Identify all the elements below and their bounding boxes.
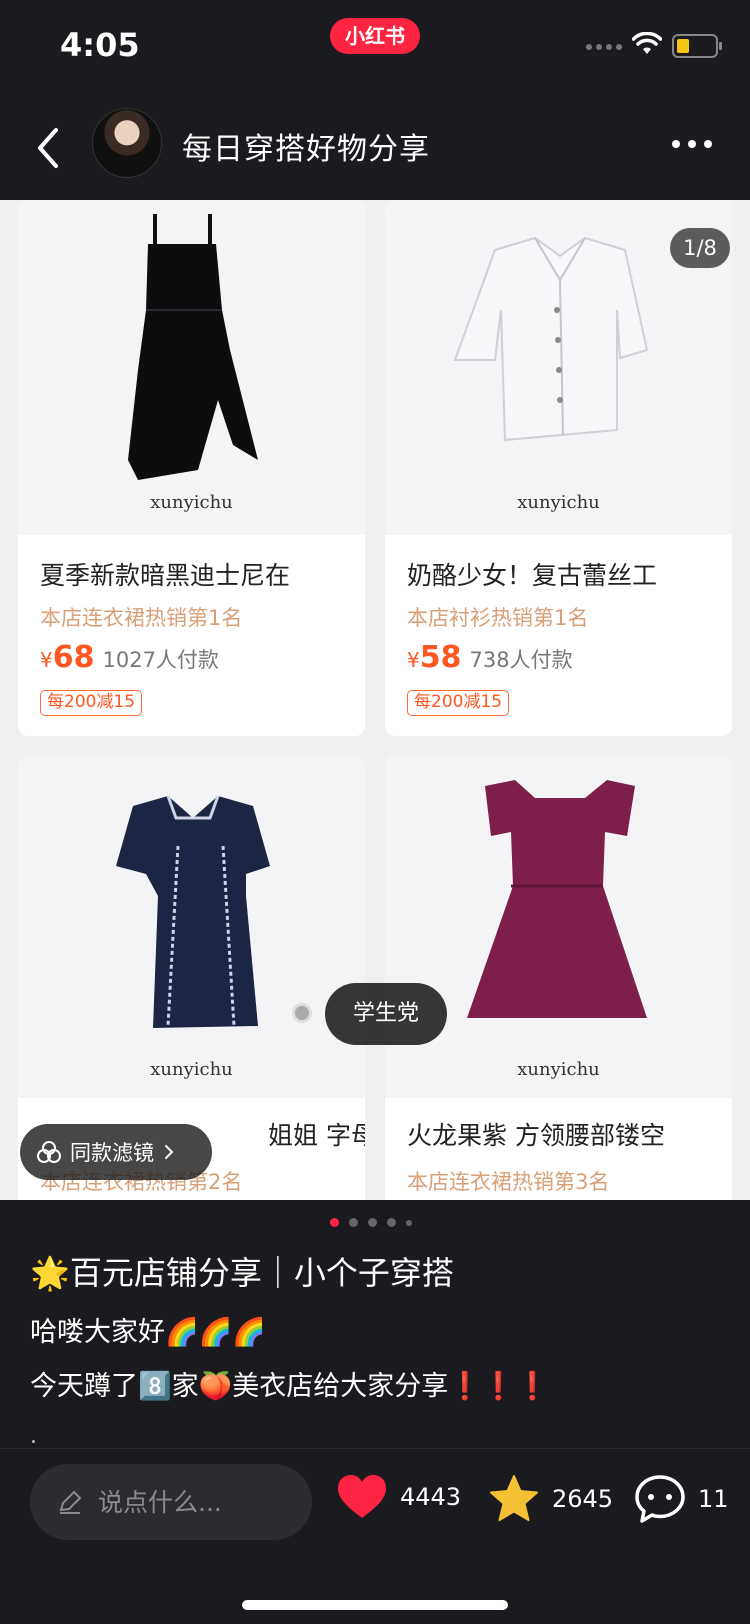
collect-button[interactable]: 2645 <box>488 1474 613 1524</box>
black-dress-image <box>128 214 258 480</box>
coupon-badge: 每200减15 <box>407 690 510 716</box>
comment-bubble-icon <box>635 1475 685 1523</box>
filter-label: 同款滤镜 <box>70 1141 154 1165</box>
buyer-count: 738人付款 <box>469 648 573 672</box>
product-card: xunyichu 火龙果紫 方领腰部镂空 本店连衣裙热销第3名 <box>385 756 732 1200</box>
chevron-right-icon <box>165 1145 174 1159</box>
product-card: xunyichu 奶酪少女！复古蕾丝工 本店衬衫热销第1名 ¥58 738人付款… <box>385 200 732 736</box>
page-dot <box>387 1218 396 1227</box>
status-time: 4:05 <box>60 26 140 64</box>
battery-icon <box>672 34 722 58</box>
comment-count: 11 <box>698 1485 729 1513</box>
post-body-line: 哈喽大家好🌈🌈🌈 <box>30 1317 266 1348</box>
more-icon[interactable] <box>672 140 712 148</box>
filter-button[interactable]: 同款滤镜 <box>20 1124 212 1180</box>
product-name: 姐姐 字母蝴 <box>268 1121 365 1150</box>
watermark: xunyichu <box>150 1059 233 1080</box>
image-tag[interactable]: 学生党 <box>325 983 447 1045</box>
product-name: 夏季新款暗黑迪士尼在 <box>40 561 291 590</box>
pencil-icon <box>59 1490 82 1514</box>
price-row: ¥68 1027人付款 <box>40 640 219 675</box>
back-icon[interactable] <box>30 120 70 176</box>
like-count: 4443 <box>400 1483 462 1511</box>
product-photo: xunyichu <box>18 200 365 535</box>
heart-icon <box>338 1475 386 1518</box>
page-dot <box>406 1220 412 1226</box>
wifi-icon <box>632 32 662 54</box>
app-badge: 小红书 <box>330 18 420 54</box>
star-icon <box>490 1475 538 1521</box>
product-card: xunyichu 夏季新款暗黑迪士尼在 本店连衣裙热销第1名 ¥68 1027人… <box>18 200 365 736</box>
navy-dress-image <box>116 795 270 1028</box>
comment-input-box[interactable] <box>30 1464 312 1540</box>
product-name: 火龙果紫 方领腰部镂空 <box>407 1121 665 1150</box>
note-header: 每日穿搭好物分享 <box>0 96 750 200</box>
product-rank: 本店连衣裙热销第3名 <box>407 1170 610 1194</box>
page-dot <box>349 1218 358 1227</box>
price-row: ¥58 738人付款 <box>407 640 573 675</box>
collect-count: 2645 <box>552 1485 614 1513</box>
watermark: xunyichu <box>517 492 600 513</box>
buyer-count: 1027人付款 <box>102 648 219 672</box>
image-counter: 1/8 <box>670 228 730 268</box>
page-dot-active <box>330 1218 339 1227</box>
author-avatar[interactable] <box>92 108 162 178</box>
product-price: ¥58 <box>407 640 462 675</box>
coupon-badge: 每200减15 <box>40 690 143 716</box>
product-rank: 本店衬衫热销第1名 <box>407 606 589 630</box>
home-indicator[interactable] <box>242 1600 508 1610</box>
page-dot <box>368 1218 377 1227</box>
cellular-signal-icon <box>586 44 622 50</box>
comment-input[interactable] <box>98 1487 298 1517</box>
post-body-line: . <box>30 1424 37 1449</box>
watermark: xunyichu <box>150 492 233 513</box>
post-title: 🌟百元店铺分享｜小个子穿搭 <box>30 1254 454 1292</box>
status-bar: 4:05 小红书 <box>0 0 750 96</box>
comment-button[interactable]: 11 <box>634 1474 729 1524</box>
product-photo: xunyichu <box>18 756 365 1098</box>
watermark: xunyichu <box>517 1059 600 1080</box>
author-name[interactable]: 每日穿搭好物分享 <box>182 124 430 168</box>
product-rank: 本店连衣裙热销第1名 <box>40 606 243 630</box>
post-body-line: 今天蹲了8️⃣家🍑美衣店给大家分享❗️❗️❗️ <box>30 1371 550 1402</box>
note-image[interactable]: xunyichu 夏季新款暗黑迪士尼在 本店连衣裙热销第1名 ¥68 1027人… <box>0 200 750 1200</box>
divider <box>0 1448 750 1449</box>
product-photo: xunyichu <box>385 756 732 1098</box>
filter-icon <box>37 1141 61 1163</box>
image-pagination <box>330 1218 412 1227</box>
product-name: 奶酪少女！复古蕾丝工 <box>407 561 658 590</box>
like-button[interactable]: 4443 <box>336 1474 461 1520</box>
product-price: ¥68 <box>40 640 95 675</box>
tag-dot-icon[interactable] <box>292 1003 312 1023</box>
